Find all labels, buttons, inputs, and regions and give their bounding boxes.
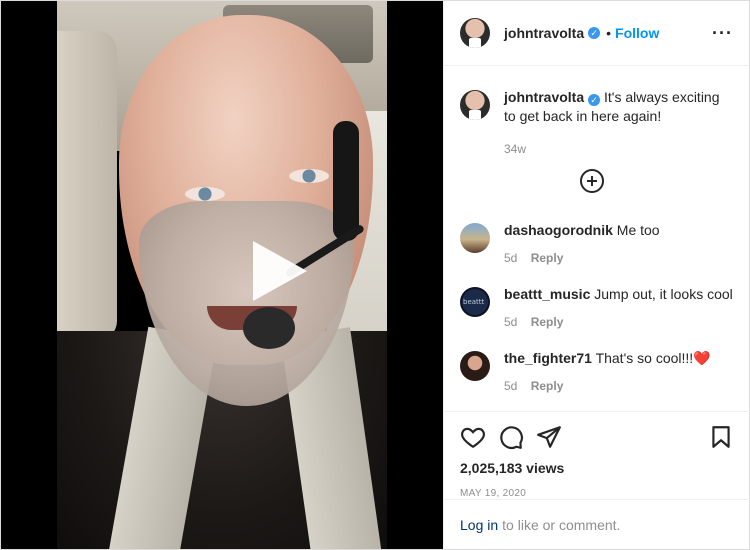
comment-time: 5d	[504, 315, 518, 329]
video-frame[interactable]	[57, 1, 387, 549]
more-options-icon[interactable]: ···	[712, 23, 733, 44]
comment-username[interactable]: dashaogorodnik	[504, 222, 613, 238]
eye-right	[289, 169, 329, 183]
login-prompt-text: to like or comment.	[502, 516, 621, 533]
caption: johntravolta ✓ It's always exciting to ge…	[444, 66, 749, 159]
post-header: johntravolta ✓ • Follow ···	[444, 1, 749, 66]
post-sidebar: johntravolta ✓ • Follow ··· johntravolta…	[443, 1, 750, 549]
comment-username[interactable]: the_fighter71	[504, 350, 592, 366]
login-link[interactable]: Log in	[460, 517, 498, 533]
comment-time: 5d	[504, 379, 518, 393]
instagram-post: johntravolta ✓ • Follow ··· johntravolta…	[0, 0, 750, 550]
headset-earcup	[333, 121, 359, 241]
bookmark-icon[interactable]	[708, 424, 734, 450]
separator-dot: •	[606, 25, 612, 41]
post-video[interactable]	[1, 1, 443, 549]
seat-back	[57, 31, 117, 341]
comment-item: dashaogorodnik Me too 5d Reply	[460, 221, 736, 268]
caption-time: 34w	[504, 142, 527, 156]
headset-microphone	[243, 307, 295, 349]
commenter-avatar[interactable]	[460, 351, 490, 381]
reply-button[interactable]: Reply	[531, 251, 564, 265]
comment-item: beattt_music Jump out, it looks cool 5d …	[460, 285, 736, 332]
post-date: MAY 19, 2020	[460, 488, 527, 499]
caption-username[interactable]: johntravolta	[504, 89, 584, 105]
commenter-avatar[interactable]	[460, 287, 490, 317]
login-prompt: Log in to like or comment.	[444, 499, 750, 549]
caption-avatar[interactable]	[460, 90, 490, 120]
comment-item: the_fighter71 That's so cool!!!❤️ 5d Rep…	[460, 349, 736, 396]
author-username[interactable]: johntravolta	[504, 25, 584, 41]
author-avatar[interactable]	[460, 18, 490, 48]
comment-time: 5d	[504, 251, 518, 265]
comment-username[interactable]: beattt_music	[504, 286, 590, 302]
share-icon[interactable]	[536, 424, 562, 450]
heart-icon[interactable]	[460, 424, 486, 450]
verified-badge-icon: ✓	[588, 27, 601, 39]
follow-button[interactable]: Follow	[615, 25, 659, 41]
commenter-avatar[interactable]	[460, 223, 490, 253]
play-icon[interactable]	[253, 241, 307, 301]
reply-button[interactable]: Reply	[531, 379, 564, 393]
verified-badge-icon: ✓	[588, 94, 601, 106]
eye-left	[185, 187, 225, 201]
comment-text: Jump out, it looks cool	[594, 286, 733, 302]
view-count: 2,025,183 views	[460, 460, 565, 476]
comment-text: Me too	[616, 222, 660, 238]
plus-circle-icon[interactable]	[580, 169, 604, 193]
comment-text: That's so cool!!!❤️	[595, 350, 711, 366]
comment-icon[interactable]	[498, 424, 524, 450]
reply-button[interactable]: Reply	[531, 315, 564, 329]
